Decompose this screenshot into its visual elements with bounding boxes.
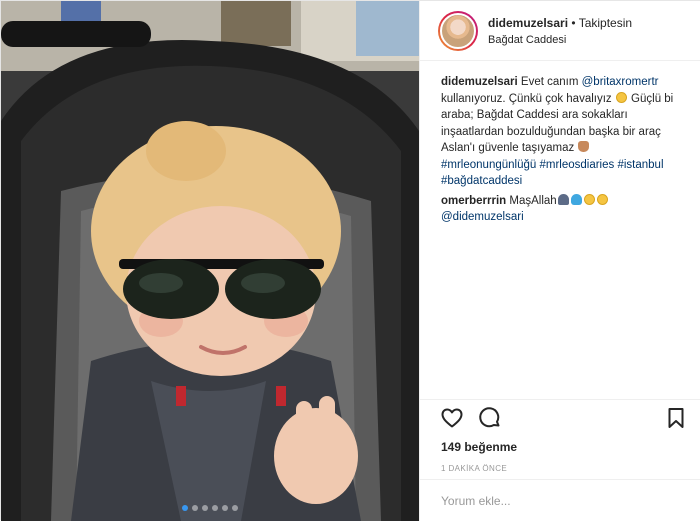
actions-bar: 149 beğenme 1 DAKİKA ÖNCE [420, 399, 700, 473]
instagram-post: didemuzelsari • Takiptesin Bağdat Caddes… [0, 0, 700, 521]
smiling-face-emoji-icon [583, 193, 595, 205]
carousel-dot[interactable] [182, 505, 188, 511]
hashtag[interactable]: #istanbul [617, 159, 663, 171]
child-in-stroller-image [1, 1, 419, 521]
avatar-image [440, 12, 476, 49]
hashtag[interactable]: #bağdatcaddesi [441, 175, 522, 187]
hashtag[interactable]: #mrleosdiaries [539, 159, 614, 171]
header-separator: • [568, 15, 579, 30]
post-photo[interactable] [1, 1, 419, 521]
carousel-dot[interactable] [192, 505, 198, 511]
speech-bubble-icon[interactable] [478, 406, 502, 430]
heart-outline-icon[interactable] [440, 406, 464, 430]
action-buttons [420, 400, 700, 436]
praying-person-emoji-icon [557, 193, 569, 205]
post-header: didemuzelsari • Takiptesin Bağdat Caddes… [420, 1, 700, 61]
hashtag[interactable]: #mrleonungünlüğü [441, 159, 536, 171]
comment-username[interactable]: omerberrrin [441, 195, 506, 207]
comment-input[interactable] [441, 493, 681, 508]
header-line: didemuzelsari • Takiptesin [488, 16, 632, 30]
thumbs-up-emoji-icon [578, 141, 590, 152]
post-time[interactable]: 1 DAKİKA ÖNCE [420, 454, 700, 473]
carousel-dot[interactable] [222, 505, 228, 511]
carousel-dot[interactable] [232, 505, 238, 511]
header-text: didemuzelsari • Takiptesin Bağdat Caddes… [488, 16, 632, 46]
carousel-dot[interactable] [212, 505, 218, 511]
carousel-indicator [1, 505, 419, 511]
bookmark-icon[interactable] [664, 406, 688, 430]
follow-status[interactable]: Takiptesin [579, 16, 632, 30]
caption-username[interactable]: didemuzelsari [441, 76, 518, 88]
comment-text: MaşAllah [506, 194, 557, 207]
location-link[interactable]: Bağdat Caddesi [488, 34, 632, 46]
caption-text-2: kullanıyoruz. Çünkü çok havalıyız [441, 92, 615, 105]
carousel-dot[interactable] [202, 505, 208, 511]
caption-text-1: Evet canım [517, 76, 582, 88]
avatar[interactable] [438, 10, 478, 51]
comment-mention[interactable]: @didemuzelsari [441, 211, 524, 223]
blue-heart-emoji-icon [570, 193, 582, 205]
header-username[interactable]: didemuzelsari [488, 16, 568, 30]
likes-count[interactable]: 149 beğenme [420, 436, 700, 454]
add-comment-bar [420, 479, 700, 521]
crying-laughing-emoji-icon [615, 91, 627, 103]
post-side-panel: didemuzelsari • Takiptesin Bağdat Caddes… [419, 1, 700, 521]
caption-mention[interactable]: @britaxromertr [582, 76, 659, 88]
comments-section: didemuzelsari Evet canım @britaxromertr … [420, 61, 700, 399]
comment: omerberrrin MaşAllah @didemuzelsari [441, 193, 684, 226]
kissing-face-emoji-icon [596, 193, 608, 205]
caption: didemuzelsari Evet canım @britaxromertr … [441, 74, 684, 190]
